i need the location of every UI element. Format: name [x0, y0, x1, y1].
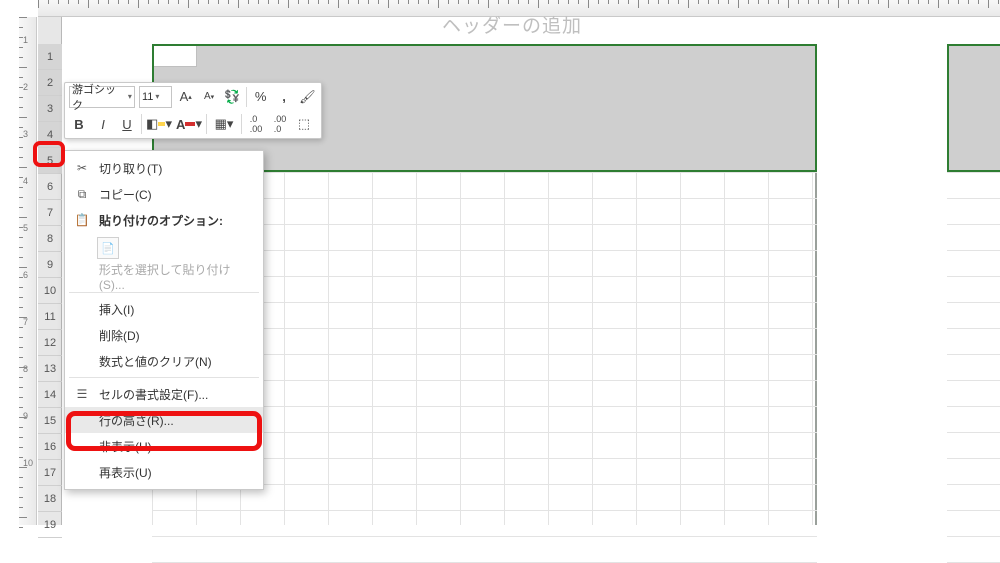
menu-format-cells[interactable]: ☰ セルの書式設定(F)... [65, 381, 263, 407]
clipboard-icon: 📄 [101, 242, 115, 255]
row-header[interactable]: 2 [38, 70, 62, 96]
font-color-swatch [185, 122, 195, 126]
font-size-value: 11 [142, 91, 153, 103]
row-header[interactable]: 16 [38, 434, 62, 460]
decrease-font-button[interactable]: A▾ [199, 86, 218, 108]
menu-paste-special: 形式を選択して貼り付け(S)... [65, 263, 263, 289]
separator [69, 292, 259, 293]
row-header[interactable]: 8 [38, 226, 62, 252]
row-header[interactable]: 10 [38, 278, 62, 304]
selection-range-peek [947, 44, 1000, 172]
copy-icon: ⧉ [73, 187, 91, 202]
fill-color-button[interactable]: ◧ ▾ [146, 113, 172, 135]
mini-toolbar[interactable]: 游ゴシック ▾ 11 ▾ A▴ A▾ 💱 % , 🖌 B I U ◧ ▾ A [64, 82, 322, 139]
menu-clear[interactable]: 数式と値のクリア(N) [65, 348, 263, 374]
chevron-down-icon: ▾ [155, 92, 159, 101]
separator [246, 87, 247, 107]
paste-default-option[interactable]: 📄 [97, 237, 119, 259]
row-header[interactable]: 17 [38, 460, 62, 486]
separator [69, 377, 259, 378]
menu-paste-options-label: 📋 貼り付けのオプション: [65, 207, 263, 233]
decrease-decimal-button[interactable]: .0.00 [246, 113, 266, 135]
ruler-vertical: 1 2 3 4 5 6 7 8 9 10 [19, 17, 37, 525]
row-header[interactable]: 13 [38, 356, 62, 382]
fill-color-swatch [158, 122, 165, 126]
menu-delete[interactable]: 削除(D) [65, 322, 263, 348]
separator [206, 114, 207, 134]
percent-button[interactable]: % [251, 86, 270, 108]
row-header[interactable]: 1 [38, 44, 62, 70]
annotation-highlight-rowheight [66, 411, 262, 451]
merge-icon: ⬚ [298, 116, 310, 132]
ruler-tick-label: 2 [23, 82, 28, 92]
row-header[interactable]: 18 [38, 486, 62, 512]
separator [241, 114, 242, 134]
chevron-down-icon: ▾ [227, 116, 234, 132]
annotation-highlight-rowheader [33, 141, 65, 167]
row-header[interactable]: 12 [38, 330, 62, 356]
merge-button[interactable]: ⬚ [294, 113, 314, 135]
scissors-icon: ✂ [73, 161, 91, 175]
ruler-tick-label: 5 [23, 223, 28, 233]
ruler-tick-label: 3 [23, 129, 28, 139]
separator [141, 114, 142, 134]
borders-button[interactable]: ▦▾ [211, 113, 237, 135]
row-header[interactable]: 14 [38, 382, 62, 408]
increase-decimal-button[interactable]: .00.0 [270, 113, 290, 135]
format-painter-button[interactable]: 🖌 [298, 86, 317, 108]
ruler-tick-label: 8 [23, 364, 28, 374]
row-header[interactable]: 7 [38, 200, 62, 226]
row-header[interactable]: 15 [38, 408, 62, 434]
row-header[interactable]: 19 [38, 512, 62, 538]
ruler-tick-label: 6 [23, 270, 28, 280]
menu-cut[interactable]: ✂ 切り取り(T) [65, 155, 263, 181]
row-header-column[interactable]: 12345678910111213141516171819 [38, 17, 62, 525]
menu-copy[interactable]: ⧉ コピー(C) [65, 181, 263, 207]
menu-paste-options[interactable]: 📄 [65, 233, 263, 263]
ruler-tick-label: 1 [23, 35, 28, 45]
clipboard-icon: 📋 [73, 213, 91, 227]
paintbrush-icon: 🖌 [299, 89, 316, 105]
increase-font-button[interactable]: A▴ [176, 86, 195, 108]
header-placeholder[interactable]: ヘッダーの追加 [442, 11, 582, 38]
comma-style-button[interactable]: , [274, 86, 293, 108]
bold-button[interactable]: B [69, 113, 89, 135]
chevron-down-icon: ▾ [165, 116, 172, 132]
ruler-tick-label: 7 [23, 317, 28, 327]
italic-button[interactable]: I [93, 113, 113, 135]
next-page-peek [947, 44, 1000, 525]
row-header[interactable]: 3 [38, 96, 62, 122]
borders-icon: ▦ [215, 116, 227, 132]
row-header[interactable]: 6 [38, 174, 62, 200]
accounting-format-button[interactable]: 💱 [223, 86, 242, 108]
font-name-combo[interactable]: 游ゴシック ▾ [69, 86, 135, 108]
row-header[interactable]: 11 [38, 304, 62, 330]
active-cell[interactable] [154, 46, 197, 67]
row-header[interactable]: 9 [38, 252, 62, 278]
chevron-down-icon: ▾ [195, 116, 202, 132]
currency-icon: 💱 [224, 89, 240, 105]
font-name-value: 游ゴシック [72, 81, 126, 113]
font-color-button[interactable]: A ▾ [176, 113, 202, 135]
ruler-tick-label: 4 [23, 176, 28, 186]
menu-insert[interactable]: 挿入(I) [65, 296, 263, 322]
format-icon: ☰ [73, 387, 91, 401]
underline-button[interactable]: U [117, 113, 137, 135]
menu-unhide[interactable]: 再表示(U) [65, 459, 263, 485]
ruler-tick-label: 9 [23, 411, 28, 421]
font-size-combo[interactable]: 11 ▾ [139, 86, 172, 108]
bucket-icon: ◧ [146, 116, 158, 132]
chevron-down-icon: ▾ [128, 92, 132, 101]
